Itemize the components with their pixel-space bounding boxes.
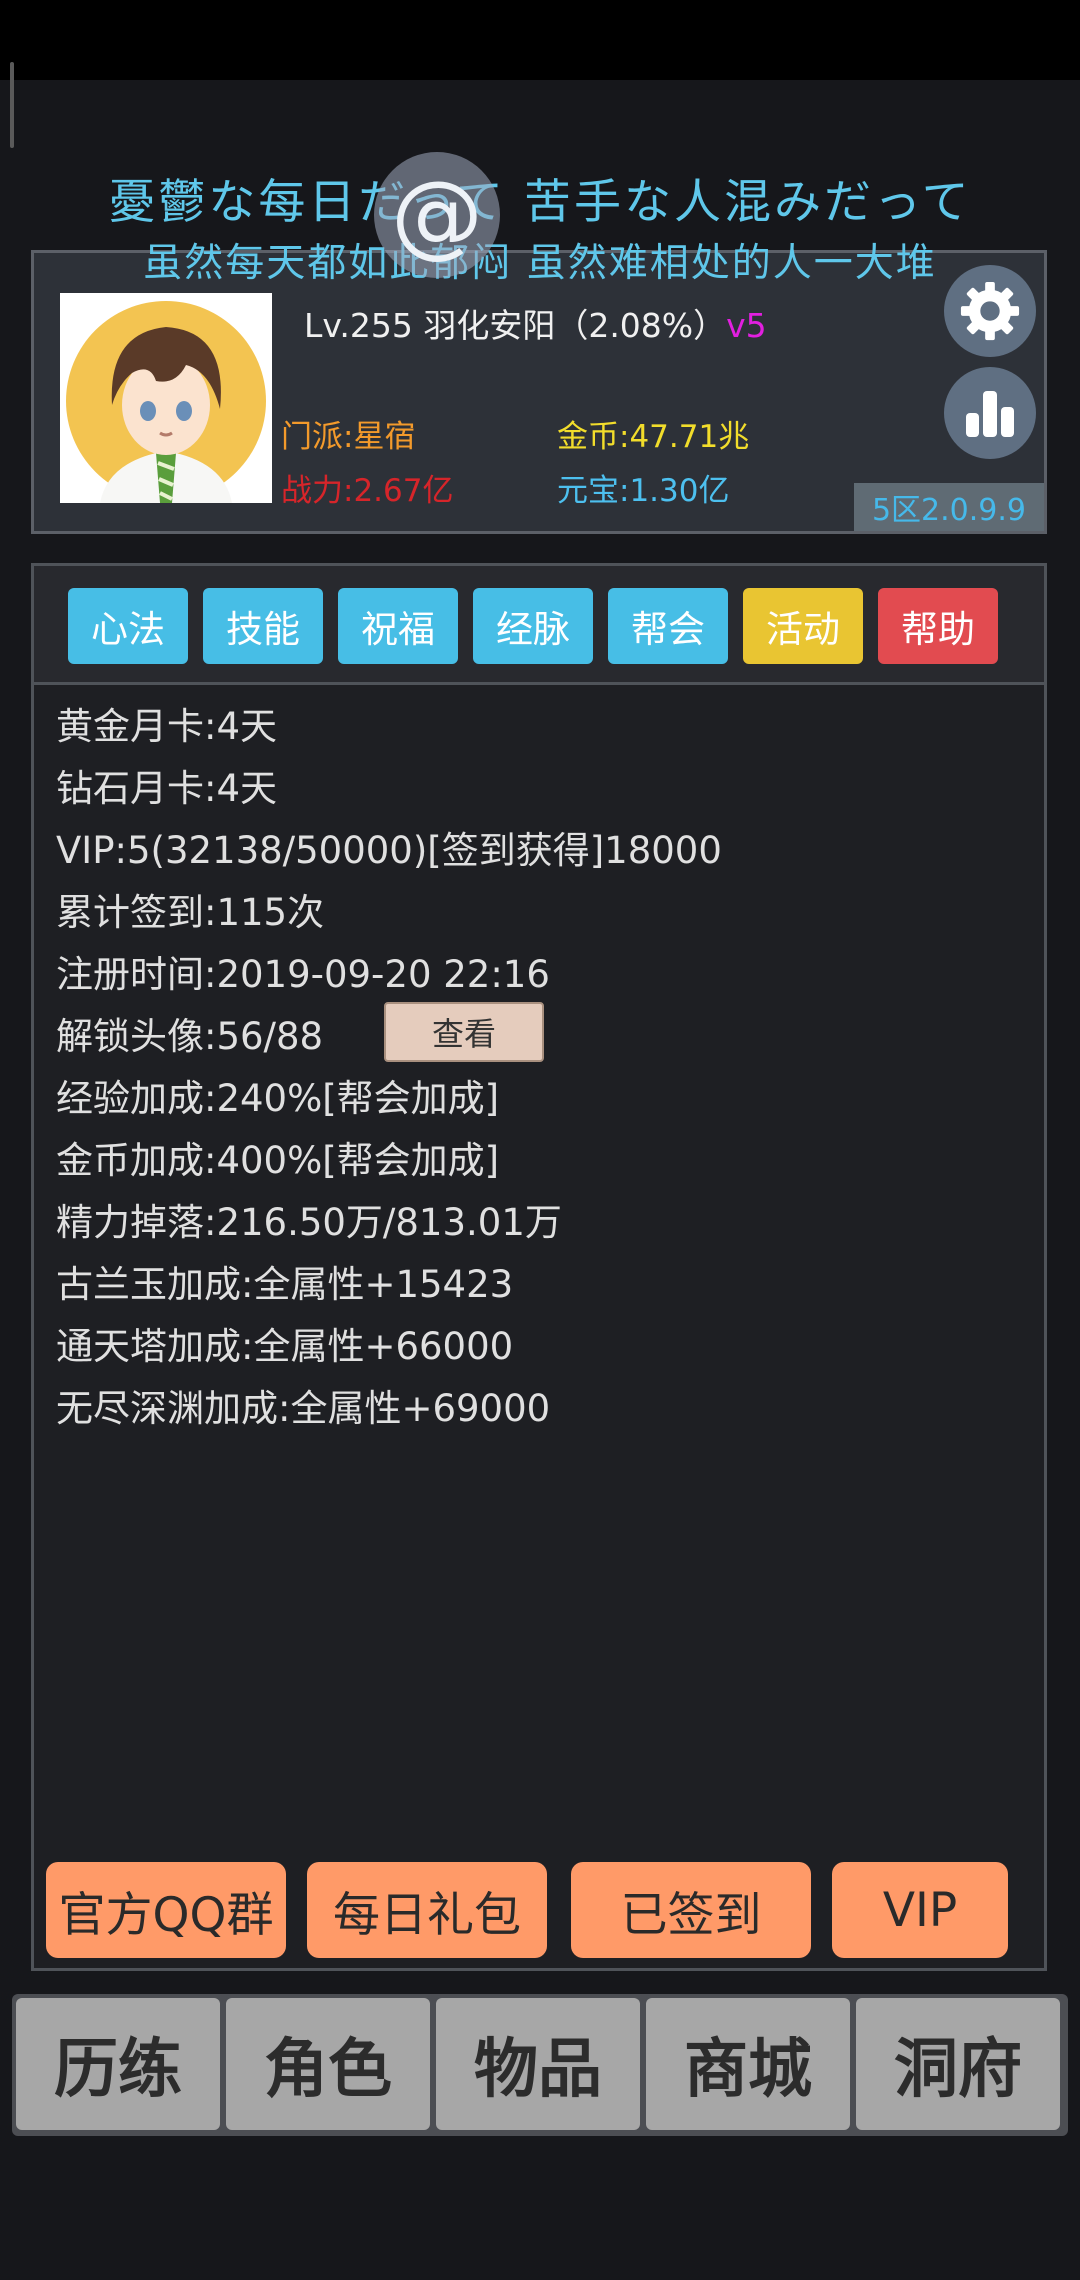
combat-power: 战力:2.67亿	[281, 473, 454, 509]
tab-meridians[interactable]: 经脉	[473, 588, 593, 664]
vip-level: v5	[726, 306, 767, 345]
vip-button[interactable]: VIP	[832, 1862, 1008, 1958]
server-version-badge: 5区2.0.9.9	[854, 483, 1044, 531]
info-exp-bonus: 经验加成:240%[帮会加成]	[56, 1077, 500, 1120]
info-vip-progress: VIP:5(32138/50000)[签到获得]18000	[56, 829, 722, 872]
gold-amount: 金币:47.71兆	[557, 419, 750, 455]
lyric-line-1: 憂鬱な每日だって 苦手な人混みだって	[108, 175, 972, 230]
official-qq-group-button[interactable]: 官方QQ群	[46, 1862, 286, 1958]
tab-skills[interactable]: 技能	[203, 588, 323, 664]
info-diamond-card: 钻石月卡:4天	[56, 767, 278, 810]
bar-chart-icon	[966, 391, 1014, 437]
nav-character[interactable]: 角色	[226, 1998, 430, 2130]
tab-guild[interactable]: 帮会	[608, 588, 728, 664]
stats-button[interactable]	[944, 367, 1036, 459]
scroll-indicator	[10, 62, 14, 148]
nav-cave-mansion[interactable]: 洞府	[856, 1998, 1060, 2130]
nav-items[interactable]: 物品	[436, 1998, 640, 2130]
info-tower-bonus: 通天塔加成:全属性+66000	[56, 1325, 514, 1368]
player-level-name: Lv.255 羽化安阳（2.08%）	[304, 306, 727, 345]
bottom-navigation: 历练 角色 物品 商城 洞府	[12, 1994, 1068, 2136]
nav-training[interactable]: 历练	[16, 1998, 220, 2130]
tab-blessing[interactable]: 祝福	[338, 588, 458, 664]
checked-in-button[interactable]: 已签到	[571, 1862, 811, 1958]
function-tabs: 心法 技能 祝福 经脉 帮会 活动 帮助	[34, 566, 1044, 685]
gear-icon	[960, 281, 1020, 341]
sect-label: 门派:星宿	[281, 419, 416, 455]
info-abyss-bonus: 无尽深渊加成:全属性+69000	[56, 1387, 551, 1430]
info-panel: 心法 技能 祝福 经脉 帮会 活动 帮助 黄金月卡:4天 钻石月卡:4天 VIP…	[31, 563, 1047, 1971]
tab-xinfa[interactable]: 心法	[68, 588, 188, 664]
status-bar	[0, 0, 1080, 80]
info-gold-bonus: 金币加成:400%[帮会加成]	[56, 1139, 500, 1182]
info-unlocked-avatars: 解锁头像:56/88	[56, 1015, 324, 1058]
avatar[interactable]	[60, 293, 272, 503]
profile-card: Lv.255 羽化安阳（2.08%）v5 门派:星宿 金币:47.71兆 战力:…	[31, 250, 1047, 534]
at-floating-button[interactable]: @	[374, 152, 500, 278]
player-name-level: Lv.255 羽化安阳（2.08%）v5	[304, 299, 767, 347]
info-energy-drop: 精力掉落:216.50万/813.01万	[56, 1201, 562, 1244]
nav-shop[interactable]: 商城	[646, 1998, 850, 2130]
tab-events[interactable]: 活动	[743, 588, 863, 664]
info-gulan-jade-bonus: 古兰玉加成:全属性+15423	[56, 1263, 514, 1306]
daily-gift-button[interactable]: 每日礼包	[307, 1862, 547, 1958]
info-total-checkin: 累计签到:115次	[56, 891, 325, 934]
yuanbao-amount: 元宝:1.30亿	[557, 473, 730, 509]
view-avatars-button[interactable]: 查看	[384, 1002, 544, 1062]
lyric-line-2: 虽然每天都如此郁闷 虽然难相处的人一大堆	[143, 241, 937, 286]
info-gold-card: 黄金月卡:4天	[56, 705, 278, 748]
info-register-time: 注册时间:2019-09-20 22:16	[56, 953, 550, 996]
tab-help[interactable]: 帮助	[878, 588, 998, 664]
